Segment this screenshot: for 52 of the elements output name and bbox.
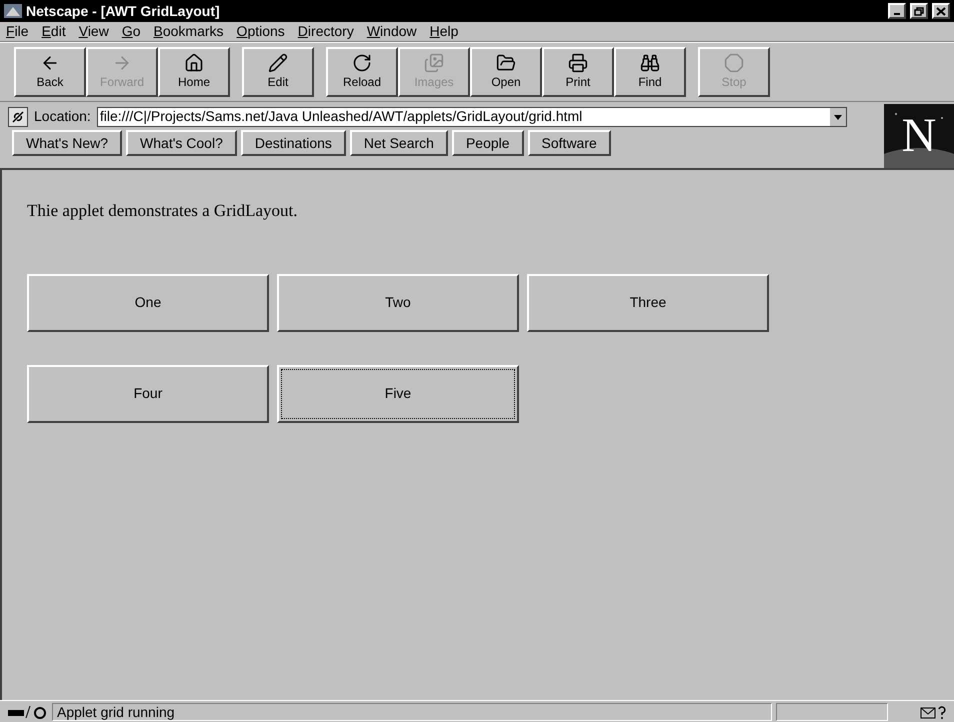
restore-button[interactable] [910,3,928,19]
toolbar-button[interactable]: Open [470,47,542,97]
status-text: Applet grid running [52,702,772,720]
images-icon [424,53,444,73]
home-icon [184,53,204,73]
menu-item[interactable]: Help [430,21,458,42]
applet-description: Thie applet demonstrates a GridLayout. [27,200,298,222]
menu-item[interactable]: Bookmarks [154,21,224,42]
directory-button[interactable]: Destinations [240,130,346,156]
toolbar-button[interactable]: Edit [242,47,314,97]
minimize-button[interactable] [888,3,906,19]
reload-icon [352,53,372,73]
folder-icon [496,53,516,73]
menu-item[interactable]: Directory [298,21,354,42]
link-icon [8,106,28,126]
location-label: Location: [34,107,91,126]
menu-item[interactable]: Options [236,21,285,42]
directory-button[interactable]: What's New? [12,130,122,156]
grid-button[interactable]: Three [527,274,769,332]
toolbar-button[interactable]: Print [542,47,614,97]
directory-button[interactable]: People [452,130,524,156]
logo: N [884,104,954,168]
menu-item[interactable]: Window [366,21,417,42]
toolbar-button[interactable]: Back [14,47,86,97]
security-icon [6,704,48,720]
binoculars-icon [640,53,660,73]
minimize-icon [894,13,900,15]
menu-item[interactable]: View [78,21,109,42]
toolbar-button[interactable]: Home [158,47,230,97]
restore-icon [914,6,924,16]
location-field[interactable]: file:///C|/Projects/Sams.net/Java Unleashed/AWT/applets/GridLayout/grid.html [96,106,847,126]
directory-button[interactable]: Software [528,130,611,156]
menu-item[interactable]: Go [122,21,141,42]
menu-item[interactable]: File [6,21,29,42]
pencil-icon [268,53,288,73]
toolbar-button[interactable]: Reload [326,47,398,97]
grid-button[interactable]: Five [277,364,519,422]
mail-icon[interactable] [920,704,948,720]
stop-icon [724,53,744,73]
window-title: Netscape - [AWT GridLayout] [26,2,220,21]
directory-button[interactable]: Net Search [350,130,448,156]
menu-item[interactable]: Edit [42,21,66,42]
close-button[interactable] [932,3,950,19]
dropdown-icon[interactable] [830,108,846,126]
grid-button[interactable]: One [27,274,269,332]
close-icon [936,6,946,16]
printer-icon [568,53,588,73]
toolbar-button[interactable]: Find [614,47,686,97]
directory-button[interactable]: What's Cool? [126,130,237,156]
grid-button[interactable]: Four [27,364,269,422]
app-icon [4,4,22,18]
grid-button[interactable]: Two [277,274,519,332]
